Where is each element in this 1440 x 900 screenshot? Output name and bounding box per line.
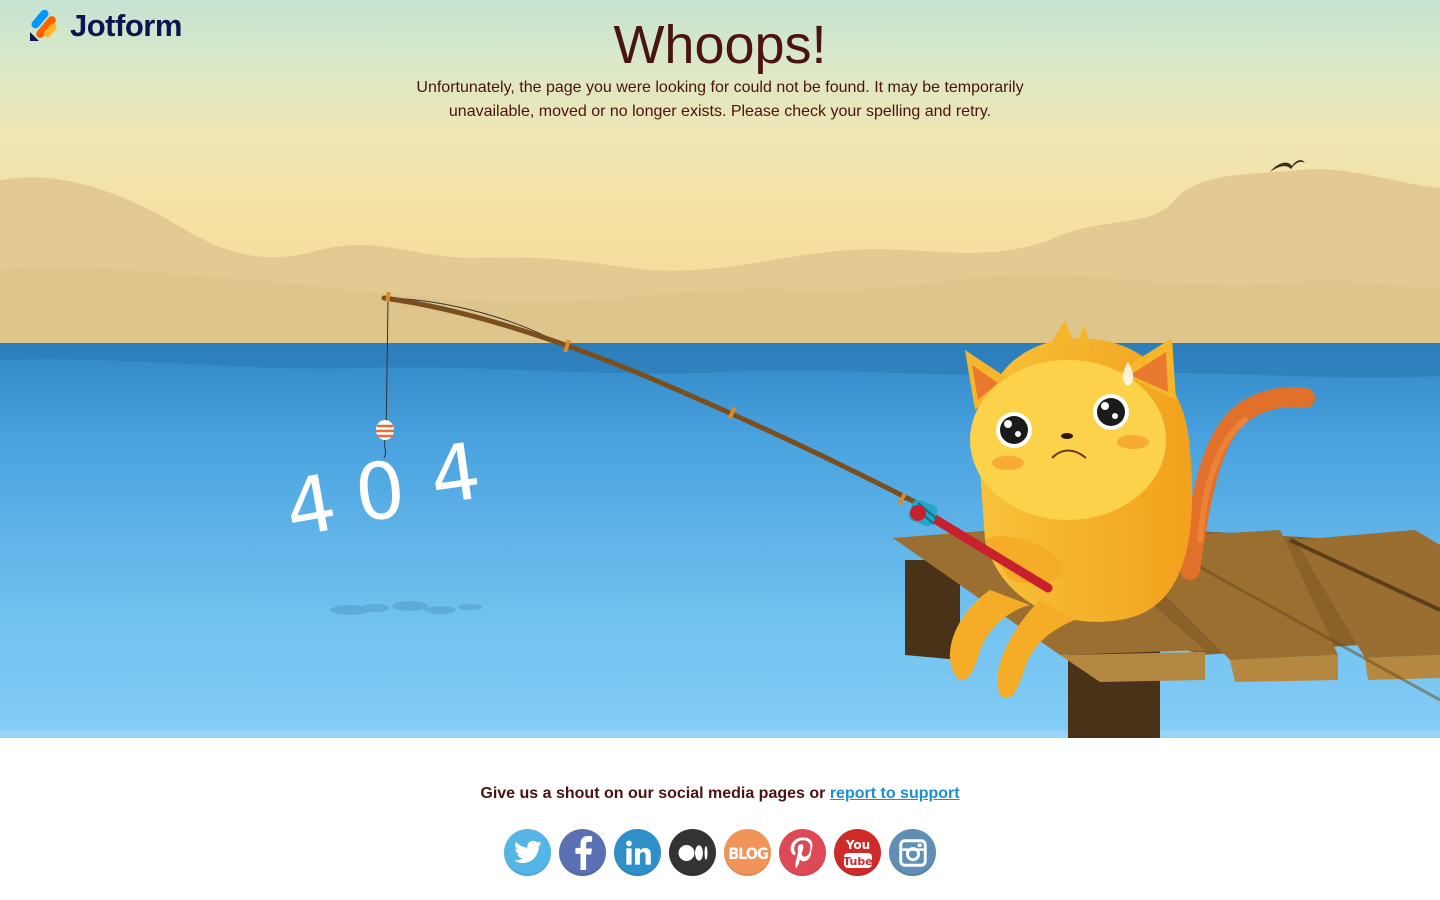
error-message: Unfortunately, the page you were looking… xyxy=(416,79,1024,120)
medium-icon xyxy=(678,844,707,861)
digit-0: 0 xyxy=(351,445,410,540)
linkedin-icon xyxy=(625,840,651,865)
youtube-button[interactable]: You Tube xyxy=(834,829,881,876)
report-to-support-link[interactable]: report to support xyxy=(830,785,960,802)
twitter-icon xyxy=(513,840,542,863)
linkedin-button[interactable] xyxy=(614,829,661,876)
pinterest-button[interactable] xyxy=(779,829,826,876)
facebook-button[interactable] xyxy=(559,829,606,876)
pinterest-icon xyxy=(790,836,812,868)
blog-icon: BLOG xyxy=(728,844,768,863)
svg-text:BLOG: BLOG xyxy=(728,844,768,863)
instagram-icon xyxy=(898,838,927,867)
medium-button[interactable] xyxy=(669,829,716,876)
shout-text: Give us a shout on our social media page… xyxy=(0,785,1440,803)
svg-text:Tube: Tube xyxy=(843,855,872,868)
hero-scene: 4 0 4 Jotform Whoops! Unfortunately, the… xyxy=(0,0,1440,738)
blog-button[interactable]: BLOG xyxy=(724,829,771,876)
svg-text:You: You xyxy=(844,838,869,852)
twitter-button[interactable] xyxy=(504,829,551,876)
shout-label: Give us a shout on our social media page… xyxy=(480,785,826,802)
page-title: Whoops! xyxy=(613,15,827,75)
facebook-icon xyxy=(574,835,592,870)
youtube-icon: You Tube xyxy=(843,838,872,868)
footer: Give us a shout on our social media page… xyxy=(0,738,1440,900)
instagram-button[interactable] xyxy=(889,829,936,876)
social-links: BLOG You Tube xyxy=(504,829,936,876)
